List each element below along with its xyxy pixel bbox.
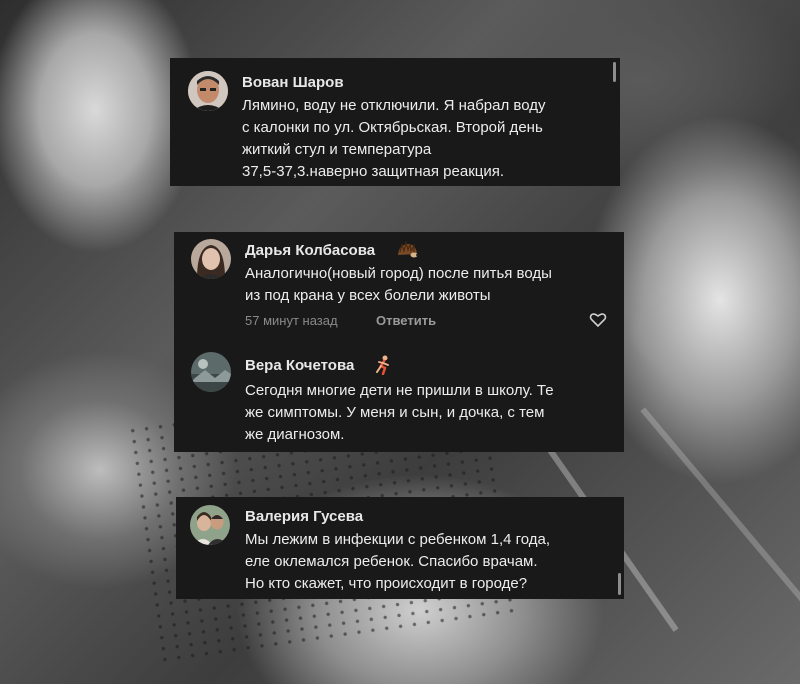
- comment-line: житкий стул и температура: [242, 141, 432, 158]
- comment-text: Аналогично(новый город) после питья воды…: [245, 263, 552, 307]
- comment-line: из под крана у всех болели животы: [245, 287, 491, 304]
- comment-text: Сегодня многие дети не пришли в школу. Т…: [245, 380, 554, 446]
- comment-line: же диагнозом.: [245, 426, 345, 443]
- comment-author[interactable]: Вован Шаров: [242, 74, 344, 91]
- comment-line: с калонки по ул. Октябрьская. Второй ден…: [242, 119, 543, 136]
- comment-line: Лямино, воду не отключили. Я набрал воду: [242, 97, 546, 114]
- avatar[interactable]: [191, 239, 231, 279]
- comment-author[interactable]: Валерия Гусева: [245, 508, 363, 525]
- hedgehog-emoji-icon: [398, 240, 418, 258]
- avatar[interactable]: [188, 71, 228, 111]
- person-avatar-icon: [191, 239, 231, 279]
- scrollbar[interactable]: [618, 573, 621, 595]
- avatar[interactable]: [190, 505, 230, 545]
- comment-author[interactable]: Вера Кочетова: [245, 357, 354, 374]
- heart-icon[interactable]: [589, 312, 607, 328]
- comment-text: Лямино, воду не отключили. Я набрал воду…: [242, 95, 545, 183]
- runner-emoji-icon: [376, 355, 389, 375]
- comment-line: же симптомы. У меня и сын, и дочка, с те…: [245, 404, 545, 421]
- comment-line: Но кто скажет, что происходит в городе?: [245, 575, 528, 592]
- comment-author[interactable]: Дарья Колбасова: [245, 242, 375, 259]
- comment-card-2: Дарья Колбасова Аналогично(новый город) …: [174, 232, 624, 452]
- comment-line: 37,5-37,3.наверно защитная реакция.: [242, 163, 505, 180]
- comment-line: еле оклемался ребенок. Спасибо врачам.: [245, 553, 538, 570]
- comment-card-1: Вован Шаров Лямино, воду не отключили. Я…: [170, 58, 620, 186]
- comment-line: Сегодня многие дети не пришли в школу. Т…: [245, 382, 554, 399]
- comment-line: Аналогично(новый город) после питья воды: [245, 265, 552, 282]
- scrollbar[interactable]: [613, 62, 616, 82]
- reply-button[interactable]: Ответить: [376, 313, 436, 328]
- comment-timestamp: 57 минут назад: [245, 313, 338, 328]
- person-avatar-icon: [188, 71, 228, 111]
- comment-text: Мы лежим в инфекции с ребенком 1,4 года,…: [245, 529, 550, 595]
- comment-line: Мы лежим в инфекции с ребенком 1,4 года,: [245, 531, 551, 548]
- couple-avatar-icon: [190, 505, 230, 545]
- avatar[interactable]: [191, 352, 231, 392]
- photo-avatar-icon: [191, 352, 231, 392]
- comment-card-3: Валерия Гусева Мы лежим в инфекции с реб…: [176, 497, 624, 599]
